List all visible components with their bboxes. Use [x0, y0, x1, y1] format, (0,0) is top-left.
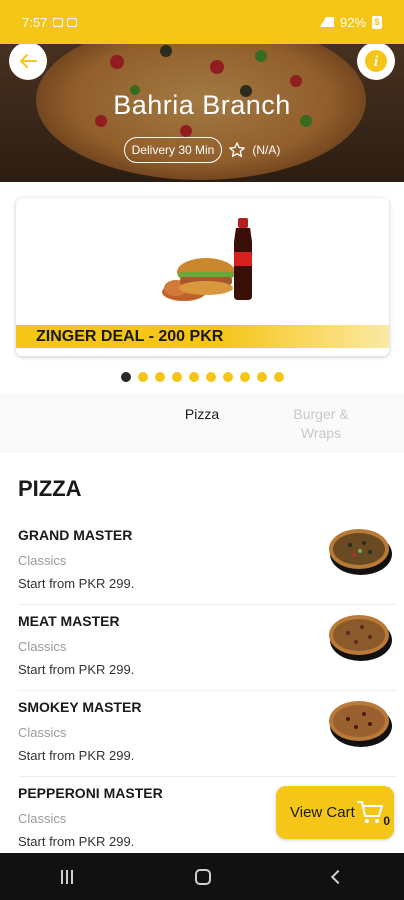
battery-percent: 92% — [339, 14, 366, 30]
status-bar: 7:57 92% $ — [0, 0, 404, 44]
notification-icons — [53, 17, 78, 27]
info-button[interactable]: i — [357, 42, 395, 80]
menu-item[interactable]: MEAT MASTER Classics Start from PKR 299. — [0, 605, 404, 691]
category-tabs: Pizza Burger & Wraps — [0, 393, 404, 453]
branch-meta: Delivery 30 Min (N/A) — [0, 137, 404, 163]
item-price: Start from PKR 299. — [18, 748, 135, 763]
carousel-dot[interactable] — [154, 372, 165, 382]
item-price: Start from PKR 299. — [18, 834, 135, 849]
menu-item[interactable]: GRAND MASTER Classics Start from PKR 299… — [0, 519, 404, 605]
carousel-dot[interactable] — [222, 372, 233, 382]
delivery-time-badge: Delivery 30 Min — [123, 137, 223, 163]
cart-count: 0 — [383, 814, 390, 828]
status-right: 92% $ — [319, 14, 382, 30]
carousel-dot[interactable] — [120, 372, 131, 382]
item-category: Classics — [18, 811, 67, 826]
carousel-dot[interactable] — [256, 372, 267, 382]
deal-banner[interactable]: ZINGER DEAL - 200 PKR — [16, 198, 389, 356]
view-cart-button[interactable]: View Cart 0 — [276, 786, 394, 839]
branch-title: Bahria Branch — [113, 90, 291, 120]
carousel-dot[interactable] — [273, 372, 284, 382]
carousel-dot[interactable] — [239, 372, 250, 382]
item-price: Start from PKR 299. — [18, 576, 135, 591]
cart-icon — [357, 801, 383, 823]
status-time: 7:57 — [22, 14, 48, 30]
view-cart-label: View Cart — [290, 804, 355, 821]
item-name: SMOKEY MASTER — [18, 699, 142, 715]
pizza-image — [329, 615, 392, 661]
home-button[interactable] — [195, 868, 211, 885]
pizza-image — [329, 701, 392, 747]
menu-item[interactable]: SMOKEY MASTER Classics Start from PKR 29… — [0, 691, 404, 777]
carousel-dot[interactable] — [205, 372, 216, 382]
screen-icon — [67, 17, 78, 27]
battery-icon: $ — [372, 15, 382, 29]
item-category: Classics — [18, 725, 67, 740]
system-back-button[interactable] — [330, 869, 346, 884]
item-name: GRAND MASTER — [18, 527, 133, 543]
tab-pizza[interactable]: Pizza — [172, 405, 232, 424]
carousel-indicator — [0, 372, 404, 382]
back-arrow-icon — [20, 54, 37, 68]
deal-label: ZINGER DEAL - 200 PKR — [16, 325, 389, 348]
item-name: MEAT MASTER — [18, 613, 120, 629]
signal-icon — [319, 17, 334, 27]
tab-burger-wraps[interactable]: Burger & Wraps — [278, 405, 364, 443]
carousel-dot[interactable] — [188, 372, 199, 382]
carousel-dot[interactable] — [137, 372, 148, 382]
item-category: Classics — [18, 639, 67, 654]
system-nav-bar — [0, 853, 404, 900]
item-category: Classics — [18, 553, 67, 568]
gallery-icon — [53, 17, 64, 27]
star-icon — [229, 142, 246, 158]
recent-apps-button[interactable] — [61, 869, 73, 884]
back-button[interactable] — [9, 42, 47, 80]
pizza-image — [329, 529, 392, 575]
section-title: PIZZA — [18, 476, 82, 501]
rating-text: (N/A) — [252, 143, 281, 157]
item-name: PEPPERONI MASTER — [18, 785, 163, 801]
info-icon: i — [365, 50, 387, 72]
zinger-deal-image — [162, 218, 252, 301]
item-price: Start from PKR 299. — [18, 662, 135, 677]
carousel-dot[interactable] — [171, 372, 182, 382]
